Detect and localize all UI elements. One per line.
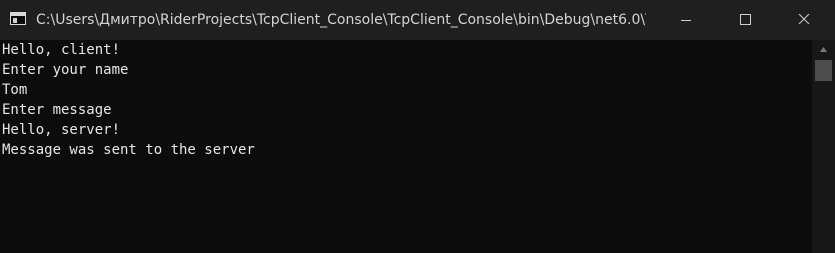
- vertical-scrollbar[interactable]: [812, 40, 835, 253]
- console-line: Enter your name: [2, 62, 129, 78]
- console-line: Message was sent to the server: [2, 142, 255, 158]
- icon-title-strip: [11, 13, 25, 16]
- console-line: Hello, client!: [2, 42, 121, 58]
- scroll-track[interactable]: [812, 81, 835, 253]
- close-icon: [798, 13, 810, 25]
- scroll-up-button[interactable]: [812, 40, 835, 58]
- console-window: C:\Users\Дмитро\RiderProjects\TcpClient_…: [0, 0, 835, 253]
- console-line: Hello, server!: [2, 122, 121, 138]
- maximize-icon: [740, 14, 751, 25]
- console-line: Enter message: [2, 102, 112, 118]
- scroll-thumb[interactable]: [815, 60, 832, 81]
- icon-cursor-block: [13, 18, 17, 23]
- minimize-button[interactable]: [663, 0, 709, 40]
- console-window-icon[interactable]: [10, 12, 26, 25]
- title-bar[interactable]: C:\Users\Дмитро\RiderProjects\TcpClient_…: [0, 0, 835, 40]
- window-title: C:\Users\Дмитро\RiderProjects\TcpClient_…: [36, 12, 646, 28]
- console-line: Tom: [2, 82, 28, 98]
- minimize-icon: [681, 20, 691, 21]
- console-output[interactable]: Hello, client! Enter your name Tom Enter…: [0, 40, 812, 253]
- maximize-button[interactable]: [722, 0, 768, 40]
- close-button[interactable]: [781, 0, 827, 40]
- chevron-up-icon: [820, 47, 827, 52]
